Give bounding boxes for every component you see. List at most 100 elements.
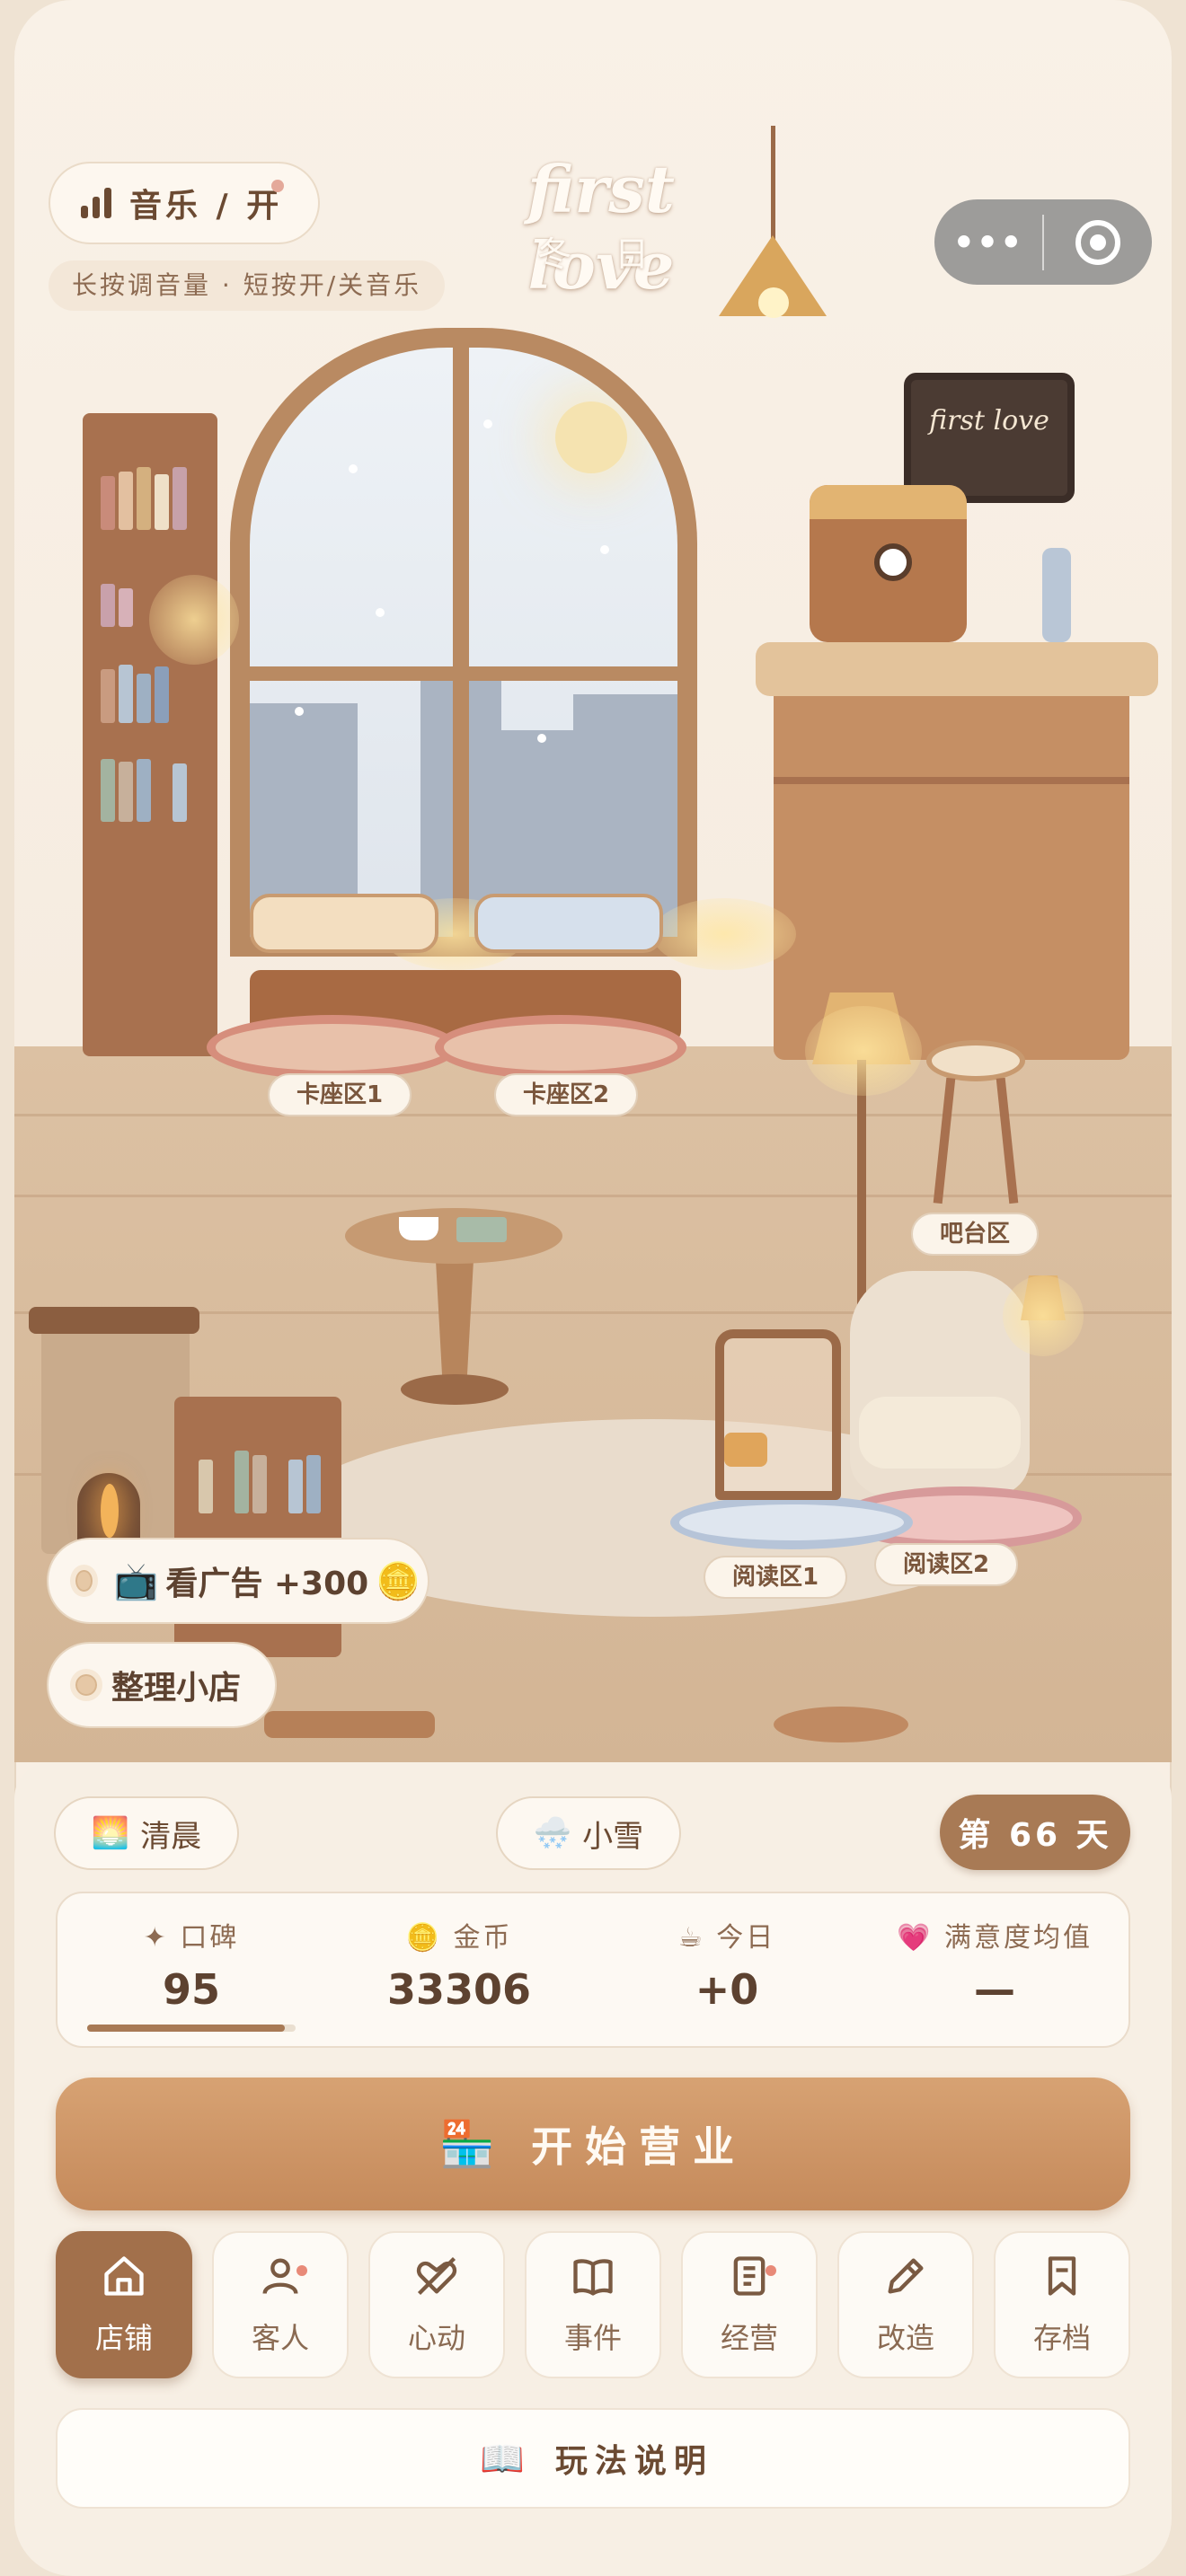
- book: [119, 665, 133, 723]
- snow-cloud-icon: 🌨️: [533, 1815, 572, 1851]
- snowflake: [600, 545, 609, 554]
- counter-trim: [774, 777, 1129, 784]
- nav-renovate[interactable]: 改造: [837, 2231, 974, 2378]
- nav-save[interactable]: 存档: [994, 2231, 1130, 2378]
- heart-arrow-icon: [416, 2256, 457, 2296]
- book: [173, 467, 187, 530]
- nav-label: 心动: [407, 2321, 465, 2355]
- tidy-shop-button[interactable]: 整理小店: [47, 1642, 277, 1728]
- book: [137, 674, 151, 723]
- stat-label-row: 🪙 金币: [406, 1915, 513, 1954]
- music-hint: 长按调音量 · 短按开/关音乐: [49, 260, 446, 311]
- book-on-table: [456, 1217, 507, 1242]
- season-label: 冬 日: [536, 234, 666, 274]
- book: [101, 759, 115, 822]
- stat-label: 今日: [716, 1922, 776, 1954]
- lamp-glow: [652, 898, 796, 970]
- wall-lamp-glow: [149, 575, 239, 665]
- sun: [555, 401, 627, 473]
- fire-flame: [101, 1484, 119, 1538]
- book-icon: [573, 2259, 613, 2296]
- book: [173, 763, 187, 822]
- bar-stool-seat: [926, 1040, 1025, 1081]
- round-table: [345, 1208, 562, 1264]
- zone-label-reading-2[interactable]: 阅读区2: [874, 1543, 1019, 1586]
- side-lamp-glow: [1003, 1275, 1084, 1356]
- cafe-scene: first love 卡座区1 卡座区2 吧台区 阅读区1 阅读区2 📺 看广告…: [14, 0, 1172, 1762]
- stat-value: +0: [695, 1965, 759, 2014]
- armchair: [850, 1271, 1030, 1495]
- sunrise-icon: 🌅: [91, 1815, 130, 1851]
- vase: [1042, 548, 1071, 642]
- target-icon: [1075, 219, 1120, 265]
- app-screen: first love 卡座区1 卡座区2 吧台区 阅读区1 阅读区2 📺 看广告…: [14, 0, 1172, 2576]
- more-menu-button[interactable]: •••: [934, 223, 1042, 262]
- stat-label: 满意度均值: [943, 1922, 1093, 1954]
- open-book-icon: 📖: [480, 2438, 532, 2480]
- person-icon: [262, 2258, 298, 2295]
- tv-icon: 📺: [113, 1560, 159, 1602]
- watch-ad-button[interactable]: 📺 看广告 +300 🪙: [47, 1538, 429, 1624]
- book: [306, 1455, 321, 1513]
- nav-management[interactable]: 经营: [681, 2231, 818, 2378]
- window-frame: [250, 666, 677, 681]
- stat-label-row: 💗 满意度均值: [897, 1915, 1093, 1954]
- mantel: [29, 1307, 199, 1334]
- nav-heartbeat[interactable]: 心动: [368, 2231, 505, 2378]
- book: [137, 467, 151, 530]
- window-frame: [453, 348, 469, 937]
- book: [101, 584, 115, 627]
- snowflake: [349, 464, 358, 473]
- book: [101, 669, 115, 723]
- book: [119, 762, 133, 822]
- nav-events[interactable]: 事件: [525, 2231, 661, 2378]
- toast: [724, 1433, 767, 1467]
- reading-chair: [715, 1329, 841, 1500]
- nav-customers[interactable]: 客人: [212, 2231, 349, 2378]
- zone-label-bar[interactable]: 吧台区: [911, 1213, 1040, 1256]
- start-business-button[interactable]: 🏪 开始营业: [56, 2078, 1130, 2210]
- chalkboard-text: first love: [929, 405, 1049, 437]
- time-of-day-label: 清晨: [140, 1818, 202, 1855]
- miniprogram-capsule: •••: [934, 199, 1152, 285]
- table-base: [401, 1374, 509, 1405]
- music-toggle-button[interactable]: 音乐 / 开: [49, 162, 320, 244]
- book: [235, 1451, 249, 1513]
- book: [155, 474, 169, 530]
- stat-label: 金币: [453, 1922, 513, 1954]
- gameplay-guide-button[interactable]: 📖 玩法说明: [56, 2408, 1130, 2509]
- snowflake: [295, 707, 304, 716]
- counter-top: [756, 642, 1158, 696]
- bottom-nav: 店铺 客人 心动 事件 经营 改造 存档: [56, 2231, 1130, 2384]
- arched-window: [230, 328, 697, 957]
- floor-lamp-glow: [805, 1006, 922, 1096]
- watch-ad-label: 看广告 +300: [165, 1566, 369, 1602]
- hanging-lamp-bulb: [758, 287, 789, 318]
- zone-label-booth-1[interactable]: 卡座区1: [268, 1073, 412, 1116]
- nav-shop[interactable]: 店铺: [56, 2231, 192, 2378]
- music-label: 音乐 / 开: [129, 188, 283, 225]
- booth-rug: [435, 1015, 686, 1080]
- stat-reputation: ✦ 口碑 95: [58, 1893, 325, 2046]
- heart-icon: 💗: [897, 1922, 934, 1954]
- snowflake: [376, 608, 385, 617]
- coffee-machine: [810, 485, 967, 642]
- book: [252, 1455, 267, 1513]
- sofa-cushion: [250, 894, 438, 953]
- zone-label-reading-1[interactable]: 阅读区1: [704, 1556, 848, 1599]
- button-dot: [70, 1669, 102, 1701]
- book: [137, 759, 151, 822]
- notification-dot: [296, 2265, 307, 2276]
- coffee-icon: ☕: [677, 1922, 705, 1954]
- time-of-day-chip: 🌅 清晨: [54, 1796, 239, 1870]
- store-icon: 🏪: [438, 2117, 509, 2170]
- book: [288, 1460, 303, 1513]
- stat-value: —: [974, 1965, 1015, 2014]
- weather-label: 小雪: [582, 1818, 644, 1855]
- zone-label-booth-2[interactable]: 卡座区2: [494, 1073, 639, 1116]
- coffee-cup: [399, 1217, 438, 1240]
- nav-label: 经营: [720, 2321, 778, 2355]
- close-miniprogram-button[interactable]: [1044, 219, 1152, 265]
- book: [101, 476, 115, 530]
- stats-card: ✦ 口碑 95 🪙 金币 33306 ☕ 今日 +0 💗 满意度均值 —: [56, 1892, 1130, 2048]
